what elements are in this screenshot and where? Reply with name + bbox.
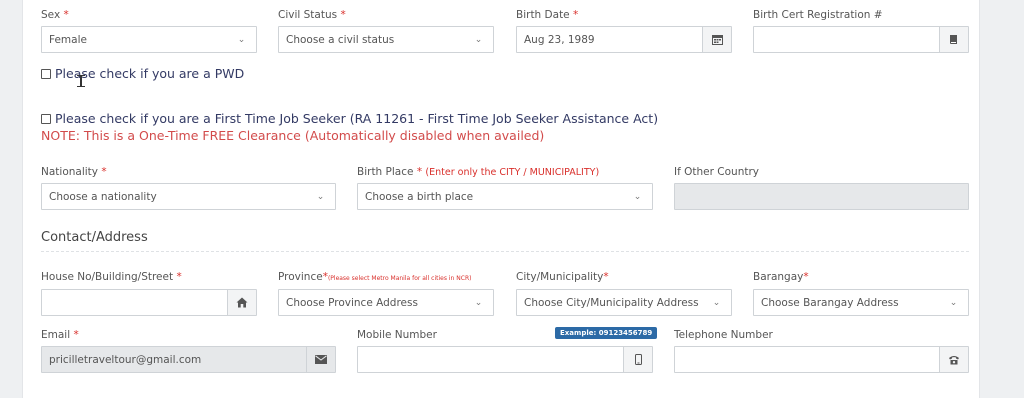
province-value: Choose Province Address: [286, 296, 418, 309]
birth-date-value: Aug 23, 1989: [524, 33, 595, 46]
chevron-down-icon: ⌄: [306, 184, 335, 209]
home-icon: [227, 290, 256, 315]
chevron-down-icon: ⌄: [623, 184, 652, 209]
contact-address-heading: Contact/Address: [41, 230, 148, 245]
civil-status-select[interactable]: Choose a civil status ⌄: [278, 26, 494, 53]
mobile-example-badge: Example: 09123456789: [555, 327, 658, 339]
email-input: pricilletraveltour@gmail.com: [41, 346, 336, 373]
mobile-value: [358, 347, 623, 372]
birth-cert-input[interactable]: [753, 26, 969, 53]
mobile-label: Mobile Number: [357, 329, 437, 341]
civil-status-value: Choose a civil status: [286, 33, 395, 46]
chevron-down-icon: ⌄: [227, 27, 256, 52]
pwd-checkbox-row[interactable]: Please check if you are a PWD: [41, 66, 244, 81]
chevron-down-icon: ⌄: [939, 290, 968, 315]
chevron-down-icon: ⌄: [464, 27, 493, 52]
barangay-value: Choose Barangay Address: [761, 296, 899, 309]
email-label: Email *: [41, 329, 79, 341]
telephone-input[interactable]: [674, 346, 969, 373]
house-input[interactable]: [41, 289, 257, 316]
envelope-icon: [306, 347, 335, 372]
calendar-icon[interactable]: [702, 27, 731, 52]
birth-cert-label: Birth Cert Registration #: [753, 9, 883, 21]
telephone-icon: [939, 347, 968, 372]
barangay-select[interactable]: Choose Barangay Address ⌄: [753, 289, 969, 316]
birth-date-label: Birth Date *: [516, 9, 579, 21]
section-divider: [41, 251, 969, 252]
birth-place-select[interactable]: Choose a birth place ⌄: [357, 183, 653, 210]
birth-cert-value: [754, 27, 939, 52]
house-label: House No/Building/Street *: [41, 271, 182, 283]
chevron-down-icon: ⌄: [702, 290, 731, 315]
nationality-label: Nationality *: [41, 166, 107, 178]
other-country-input: [674, 183, 969, 210]
sex-select[interactable]: Female ⌄: [41, 26, 257, 53]
birth-date-input[interactable]: Aug 23, 1989: [516, 26, 732, 53]
book-icon: [939, 27, 968, 52]
province-select[interactable]: Choose Province Address ⌄: [278, 289, 494, 316]
pwd-checkbox-label: Please check if you are a PWD: [55, 66, 245, 81]
chevron-down-icon: ⌄: [464, 290, 493, 315]
city-label: City/Municipality*: [516, 271, 609, 283]
nationality-value: Choose a nationality: [49, 190, 157, 203]
city-value: Choose City/Municipality Address: [524, 296, 699, 309]
first-time-job-seeker-row[interactable]: Please check if you are a First Time Job…: [41, 111, 658, 126]
city-select[interactable]: Choose City/Municipality Address ⌄: [516, 289, 732, 316]
first-time-job-seeker-checkbox[interactable]: [41, 113, 51, 124]
other-country-label: If Other Country: [674, 166, 759, 178]
email-value: pricilletraveltour@gmail.com: [49, 353, 202, 366]
mobile-phone-icon: [623, 347, 652, 372]
other-country-value: [675, 184, 968, 209]
house-value: [42, 290, 227, 315]
text-cursor-icon: [77, 75, 85, 87]
civil-status-label: Civil Status *: [278, 9, 346, 21]
sex-label: Sex *: [41, 9, 69, 21]
province-label: Province*(Please select Metro Manila for…: [278, 271, 472, 283]
birth-place-label: Birth Place * (Enter only the CITY / MUN…: [357, 166, 600, 178]
pwd-checkbox[interactable]: [41, 68, 51, 79]
telephone-label: Telephone Number: [674, 329, 773, 341]
nationality-select[interactable]: Choose a nationality ⌄: [41, 183, 336, 210]
mobile-input[interactable]: [357, 346, 653, 373]
telephone-value: [675, 347, 939, 372]
barangay-label: Barangay*: [753, 271, 809, 283]
birth-place-value: Choose a birth place: [365, 190, 474, 203]
first-time-job-seeker-label: Please check if you are a First Time Job…: [55, 111, 659, 126]
sex-value: Female: [49, 33, 87, 46]
one-time-note: NOTE: This is a One-Time FREE Clearance …: [41, 128, 545, 143]
